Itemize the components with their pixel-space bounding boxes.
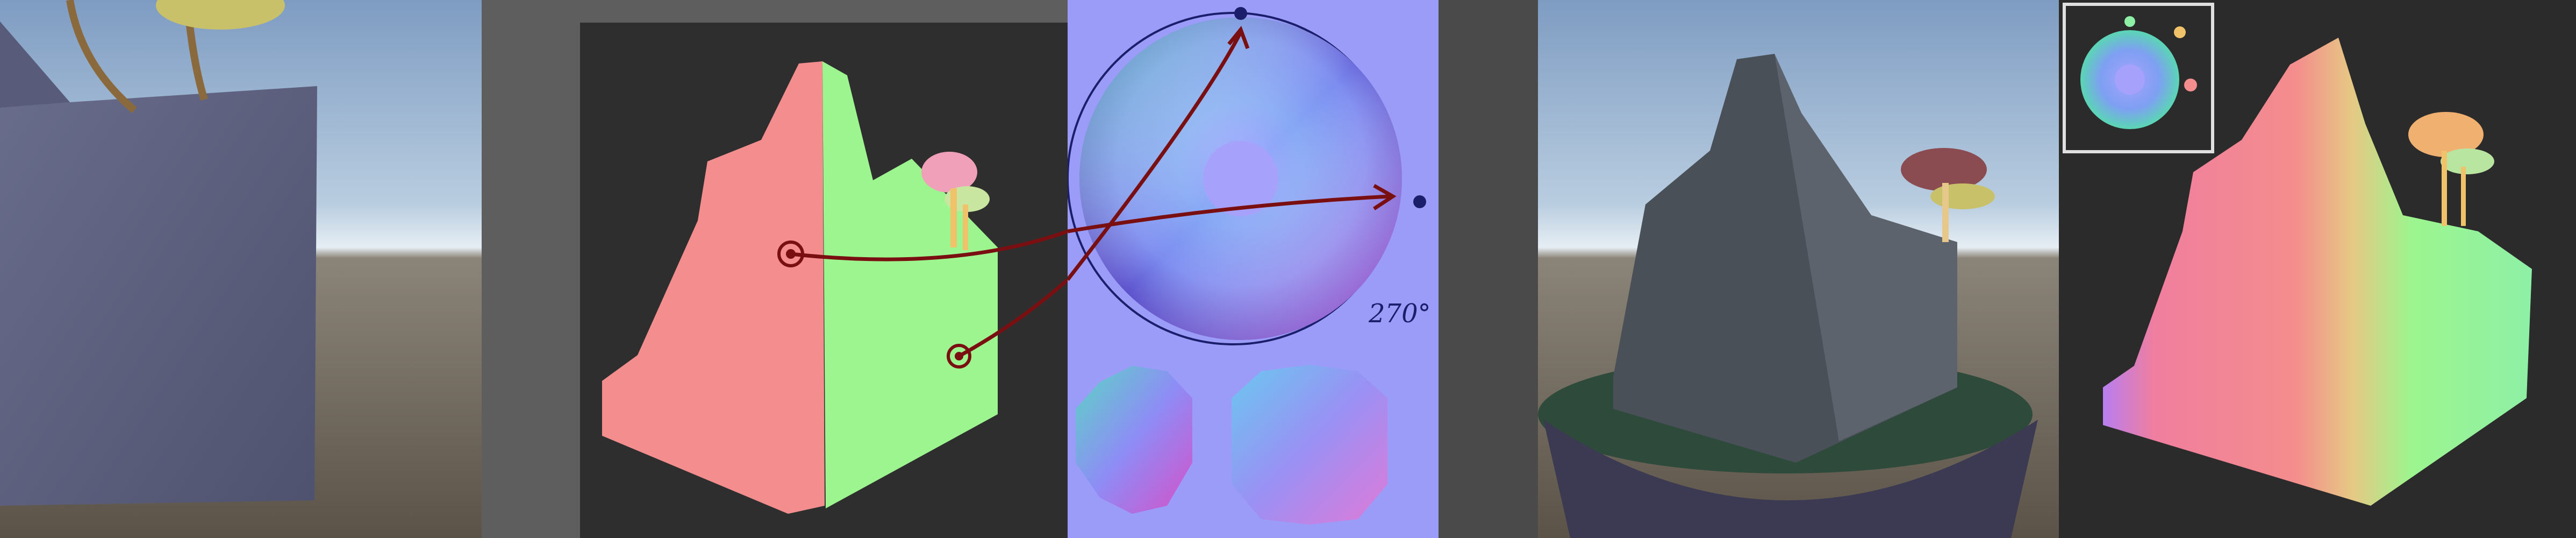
mushroom-stem (1942, 183, 1949, 242)
inset-handle-top-right (2174, 26, 2186, 38)
mushroom-stem (950, 188, 957, 247)
octahedron-normal-swatch (1076, 366, 1192, 514)
arc-handle-right (1413, 195, 1426, 208)
inset-handle-top (2124, 16, 2135, 27)
normal-painted-model-canvas (580, 23, 1068, 538)
mushroom-stem-small (963, 204, 968, 250)
mushroom-cap-small (1930, 183, 1995, 209)
scene-view-right-canvas (1538, 0, 2059, 538)
cube-normal-swatch (1232, 365, 1387, 525)
inset-normal-sphere-center (2115, 65, 2145, 95)
normal-painted-model-final-canvas (2059, 0, 2576, 538)
mushroom-cap-small (2441, 148, 2494, 174)
scene-view-left-canvas (0, 0, 482, 538)
mushroom-stem-small (2461, 167, 2466, 226)
panel-divider (1439, 0, 1538, 538)
normal-painted-model-final-panel (2059, 0, 2576, 538)
rotation-annotation: 270° (1369, 299, 1431, 329)
normal-painted-model-panel (482, 0, 1068, 538)
scene-view-left (0, 0, 482, 538)
normal-sphere-reference-canvas (1068, 7, 1426, 525)
scene-view-right (1538, 0, 2059, 538)
normal-sphere-reference-panel: 270° (1068, 0, 1439, 538)
inset-handle-right (2184, 79, 2197, 91)
mushroom-stem (2442, 151, 2447, 226)
arc-handle-top (1234, 7, 1247, 20)
